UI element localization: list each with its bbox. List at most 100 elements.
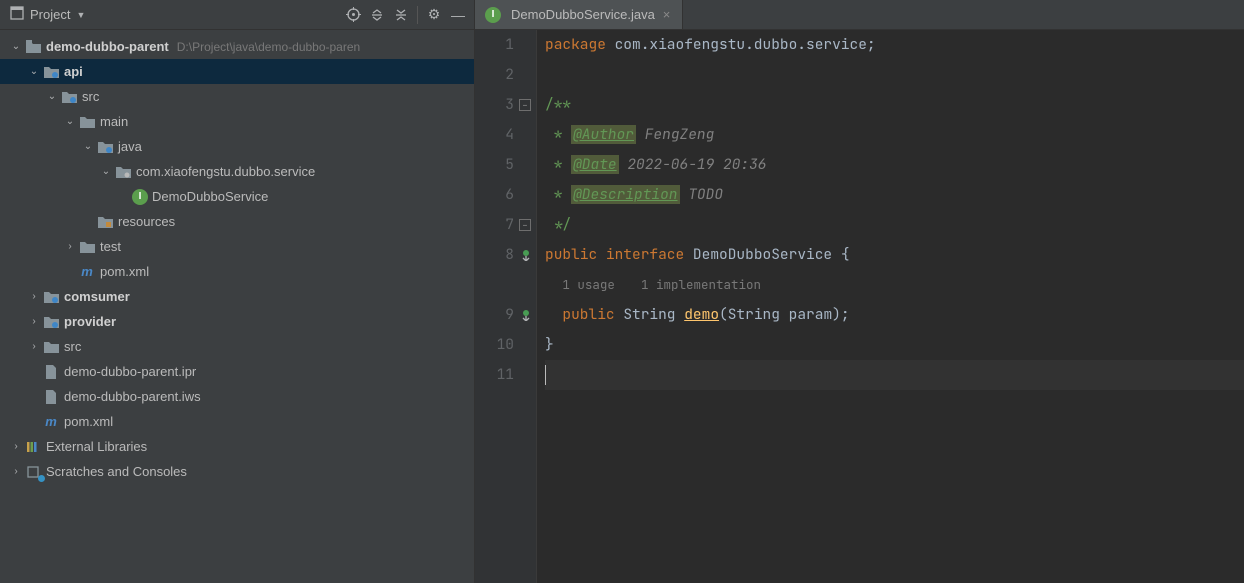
tree-node-label: pom.xml	[64, 414, 113, 429]
tree-node-label: Scratches and Consoles	[46, 464, 187, 479]
folder-icon	[24, 38, 42, 56]
line-number[interactable]: 4	[475, 120, 514, 150]
locate-file-button[interactable]	[341, 3, 365, 27]
tree-node-pom2[interactable]: ·mpom.xml	[0, 409, 474, 434]
project-tool-header: Project ▼ ⚙ —	[0, 0, 474, 30]
tree-node-path: D:\Project\java\demo-dubbo-paren	[177, 40, 360, 54]
tree-node-label: api	[64, 64, 83, 79]
tree-node-label: DemoDubboService	[152, 189, 268, 204]
line-number[interactable]: 7	[475, 210, 514, 240]
minimize-button[interactable]: —	[446, 3, 470, 27]
interface-icon: I	[132, 189, 148, 205]
line-number[interactable]	[475, 270, 514, 300]
tree-node-resources[interactable]: ·resources	[0, 209, 474, 234]
chevron-down-icon[interactable]: ⌄	[8, 39, 24, 55]
folder-icon	[96, 138, 114, 156]
tree-node-api[interactable]: ⌄ api	[0, 59, 474, 84]
line-number[interactable]: 5	[475, 150, 514, 180]
tree-node-label: src	[64, 339, 81, 354]
chevron-down-icon[interactable]: ⌄	[98, 164, 114, 180]
fold-toggle-icon[interactable]: –	[519, 219, 531, 231]
line-number[interactable]: 11	[475, 360, 514, 390]
folder-icon	[42, 338, 60, 356]
tree-node-root[interactable]: ⌄demo-dubbo-parentD:\Project\java\demo-d…	[0, 34, 474, 59]
code-line-10[interactable]: }	[545, 330, 1244, 360]
chevron-down-icon[interactable]: ⌄	[44, 89, 60, 105]
code-line-hint[interactable]: 1 usage 1 implementation	[545, 270, 1244, 300]
tree-node-label: java	[118, 139, 142, 154]
chevron-right-icon[interactable]: ›	[8, 464, 24, 480]
code-line-2[interactable]	[545, 60, 1244, 90]
tree-node-label: resources	[118, 214, 175, 229]
code-line-4[interactable]: * @Author FengZeng	[545, 120, 1244, 150]
chevron-right-icon[interactable]: ›	[26, 289, 42, 305]
chevron-down-icon[interactable]: ⌄	[26, 64, 42, 80]
tree-node-src2[interactable]: › src	[0, 334, 474, 359]
chevron-right-icon[interactable]: ›	[26, 314, 42, 330]
chevron-right-icon[interactable]: ›	[8, 439, 24, 455]
chevron-right-icon[interactable]: ›	[26, 339, 42, 355]
fold-toggle-icon[interactable]: –	[519, 99, 531, 111]
tree-node-label: comsumer	[64, 289, 130, 304]
folder-icon	[78, 113, 96, 131]
code-area[interactable]: package com.xiaofengstu.dubbo.service; /…	[537, 30, 1244, 583]
line-number[interactable]: 9	[475, 300, 514, 330]
project-view-selector[interactable]: Project ▼	[4, 4, 91, 25]
resources-icon	[96, 213, 114, 231]
tree-node-iface[interactable]: ·IDemoDubboService	[0, 184, 474, 209]
tree-node-comsumer[interactable]: › comsumer	[0, 284, 474, 309]
folder-icon	[78, 238, 96, 256]
editor-gutter[interactable]: 12345678 91011 – –	[475, 30, 537, 583]
line-number[interactable]: 8	[475, 240, 514, 270]
tree-node-java[interactable]: ⌄ java	[0, 134, 474, 159]
code-line-6[interactable]: * @Description TODO	[545, 180, 1244, 210]
text-caret	[545, 365, 546, 385]
code-line-5[interactable]: * @Date 2022-06-19 20:36	[545, 150, 1244, 180]
close-tab-button[interactable]: ×	[661, 7, 673, 22]
code-line-11[interactable]	[545, 360, 1244, 390]
editor-tab[interactable]: I DemoDubboService.java ×	[475, 0, 683, 29]
scratches-icon	[24, 463, 42, 481]
tree-node-pom1[interactable]: ·mpom.xml	[0, 259, 474, 284]
tree-node-provider[interactable]: ›provider	[0, 309, 474, 334]
line-number[interactable]: 2	[475, 60, 514, 90]
implementing-mark-icon[interactable]	[518, 247, 534, 263]
expand-all-button[interactable]	[365, 3, 389, 27]
libraries-icon	[24, 438, 42, 456]
tree-node-label: demo-dubbo-parent.ipr	[64, 364, 196, 379]
code-line-1[interactable]: package com.xiaofengstu.dubbo.service;	[545, 30, 1244, 60]
implementing-mark-icon[interactable]	[518, 307, 534, 323]
tree-node-main[interactable]: ⌄main	[0, 109, 474, 134]
tree-node-scratch[interactable]: › Scratches and Consoles	[0, 459, 474, 484]
project-view-label: Project	[30, 7, 70, 22]
tree-node-test[interactable]: › test	[0, 234, 474, 259]
line-number[interactable]: 1	[475, 30, 514, 60]
file-icon	[42, 388, 60, 406]
folder-icon	[42, 288, 60, 306]
tree-node-extlib[interactable]: ›External Libraries	[0, 434, 474, 459]
editor-pane: I DemoDubboService.java × 12345678 91011 –…	[475, 0, 1244, 583]
code-line-3[interactable]: /**	[545, 90, 1244, 120]
tree-node-label: test	[100, 239, 121, 254]
tree-node-pkg[interactable]: ⌄com.xiaofengstu.dubbo.service	[0, 159, 474, 184]
editor-body: 12345678 91011 – – package com.xiaofengstu.…	[475, 30, 1244, 583]
tree-node-ipr[interactable]: ·demo-dubbo-parent.ipr	[0, 359, 474, 384]
line-number[interactable]: 3	[475, 90, 514, 120]
line-number[interactable]: 10	[475, 330, 514, 360]
settings-button[interactable]: ⚙	[422, 3, 446, 27]
tree-node-src[interactable]: ⌄src	[0, 84, 474, 109]
code-line-7[interactable]: */	[545, 210, 1244, 240]
chevron-down-icon[interactable]: ⌄	[80, 139, 96, 155]
code-line-8[interactable]: public interface DemoDubboService {	[545, 240, 1244, 270]
chevron-down-icon[interactable]: ⌄	[62, 114, 78, 130]
tree-node-label: demo-dubbo-parent.iws	[64, 389, 201, 404]
line-number[interactable]: 6	[475, 180, 514, 210]
code-line-9[interactable]: public String demo(String param);	[545, 300, 1244, 330]
folder-icon	[42, 63, 60, 81]
collapse-all-button[interactable]	[389, 3, 413, 27]
tree-node-label: pom.xml	[100, 264, 149, 279]
project-tree[interactable]: ⌄demo-dubbo-parentD:\Project\java\demo-d…	[0, 30, 474, 583]
package-icon	[114, 163, 132, 181]
chevron-right-icon[interactable]: ›	[62, 239, 78, 255]
tree-node-iws[interactable]: ·demo-dubbo-parent.iws	[0, 384, 474, 409]
